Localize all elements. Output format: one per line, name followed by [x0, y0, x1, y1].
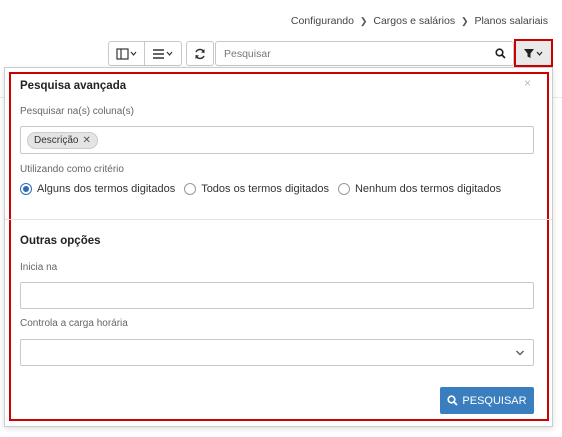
- breadcrumb: Configurando ❯ Cargos e salários ❯ Plano…: [291, 15, 548, 27]
- radio-label: Todos os termos digitados: [201, 183, 329, 195]
- workload-select[interactable]: [20, 339, 534, 366]
- list-icon: [153, 48, 173, 59]
- chevron-right-icon: ❯: [460, 16, 469, 26]
- chevron-right-icon: ❯: [359, 16, 368, 26]
- refresh-button[interactable]: [186, 41, 214, 66]
- section-divider: [5, 219, 552, 220]
- column-tag[interactable]: Descrição ✕: [27, 132, 98, 149]
- radio-label: Alguns dos termos digitados: [37, 183, 176, 195]
- advanced-filter-button[interactable]: [514, 39, 553, 67]
- advanced-search-panel: [4, 67, 553, 427]
- refresh-icon: [195, 48, 205, 59]
- other-options-title: Outras opções: [20, 235, 101, 247]
- search-submit-button[interactable]: PESQUISAR: [440, 387, 534, 414]
- advanced-search-title: Pesquisa avançada: [20, 80, 127, 92]
- radio-label: Nenhum dos termos digitados: [354, 183, 502, 195]
- chevron-down-icon: [516, 350, 524, 356]
- radio-button-icon[interactable]: [337, 183, 350, 195]
- start-input[interactable]: [20, 282, 534, 309]
- search-icon: [447, 395, 459, 406]
- columns-label: Pesquisar na(s) coluna(s): [20, 106, 134, 117]
- remove-tag-icon[interactable]: ✕: [82, 133, 90, 148]
- breadcrumb-item: Planos salariais: [474, 15, 548, 27]
- start-label: Inicia na: [20, 262, 58, 273]
- columns-toggle-button[interactable]: [108, 41, 145, 66]
- criteria-label: Utilizando como critério: [20, 164, 124, 175]
- search-submit-label: PESQUISAR: [462, 394, 527, 407]
- search-icon: [494, 48, 506, 59]
- breadcrumb-item[interactable]: Configurando: [291, 15, 354, 27]
- search-button[interactable]: [487, 41, 514, 66]
- columns-icon: [115, 47, 136, 60]
- close-icon[interactable]: ×: [524, 76, 531, 90]
- radio-no-terms[interactable]: Nenhum dos termos digitados: [337, 183, 502, 195]
- radio-all-terms[interactable]: Todos os termos digitados: [184, 183, 329, 195]
- toolbar: [108, 41, 214, 66]
- row-density-button[interactable]: [145, 41, 182, 66]
- radio-button-icon[interactable]: [184, 183, 197, 195]
- filter-icon: [523, 48, 542, 58]
- radio-button-icon[interactable]: [20, 183, 32, 195]
- radio-some-terms[interactable]: Alguns dos termos digitados: [20, 183, 175, 195]
- breadcrumb-item[interactable]: Cargos e salários: [373, 15, 455, 27]
- column-tag-label: Descrição: [34, 135, 79, 146]
- criteria-radio-group: Alguns dos termos digitados Todos os ter…: [20, 183, 510, 195]
- search-input[interactable]: [215, 41, 488, 66]
- workload-label: Controla a carga horária: [20, 318, 128, 329]
- columns-multiselect[interactable]: Descrição ✕: [20, 126, 534, 154]
